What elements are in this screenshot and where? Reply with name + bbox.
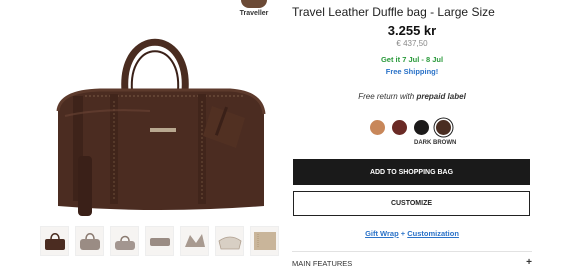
free-return-note: Free return with prepaid label: [292, 92, 532, 101]
plus-separator: +: [400, 229, 406, 238]
color-swatch-dark-brown[interactable]: [436, 120, 451, 135]
main-features-accordion[interactable]: MAIN FEATURES +: [292, 257, 532, 268]
delivery-estimate: Get it 7 Jul - 8 Jul: [380, 55, 444, 64]
product-gallery: Traveller: [0, 0, 285, 273]
thumbnail-bag-interior[interactable]: [215, 226, 244, 256]
gift-options: Gift Wrap + Customization: [292, 229, 532, 238]
thumbnail-bag-top[interactable]: [110, 226, 139, 256]
brand-logo[interactable]: Traveller: [232, 0, 276, 17]
free-shipping-label: Free Shipping!: [385, 67, 439, 76]
thumbnail-bag-front[interactable]: [40, 226, 69, 256]
color-swatches: [370, 120, 451, 135]
product-price: 3.255 kr: [387, 23, 437, 38]
expand-plus-icon[interactable]: +: [526, 257, 532, 268]
free-return-text: Free return with: [358, 92, 417, 101]
gift-wrap-link[interactable]: Gift Wrap: [365, 229, 399, 238]
color-swatch-black[interactable]: [414, 120, 429, 135]
selected-color-label: DARK BROWN: [414, 140, 457, 146]
thumbnail-strip: [40, 226, 279, 258]
product-price-euro: € 437,50: [396, 39, 428, 48]
add-to-bag-button[interactable]: ADD TO SHOPPING BAG: [293, 159, 530, 185]
thumbnail-bag-open[interactable]: [180, 226, 209, 256]
main-features-label: MAIN FEATURES: [292, 259, 353, 268]
prepaid-label-text: prepaid label: [416, 92, 466, 101]
thumbnail-bag-detail[interactable]: [250, 226, 279, 256]
thumbnail-bag-flat[interactable]: [145, 226, 174, 256]
section-divider: [292, 251, 532, 252]
product-title: Travel Leather Duffle bag - Large Size: [292, 5, 495, 19]
product-main-image[interactable]: [40, 16, 280, 216]
color-swatch-red[interactable]: [392, 120, 407, 135]
brand-mark-icon: [241, 0, 267, 8]
color-swatch-honey[interactable]: [370, 120, 385, 135]
thumbnail-bag-side[interactable]: [75, 226, 104, 256]
customize-button[interactable]: CUSTOMIZE: [293, 191, 530, 216]
product-info: Travel Leather Duffle bag - Large Size 3…: [292, 0, 532, 273]
customization-link[interactable]: Customization: [407, 229, 459, 238]
